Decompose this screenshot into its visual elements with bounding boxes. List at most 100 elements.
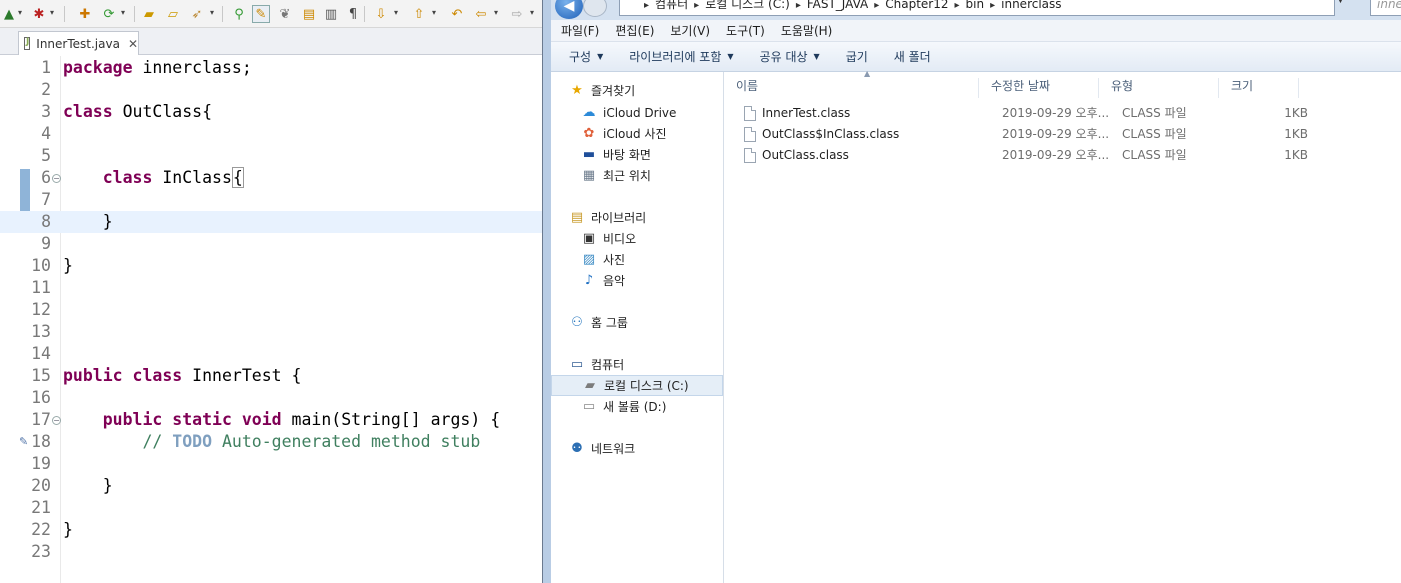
forward-button[interactable] — [583, 0, 607, 17]
tab-innertest-java[interactable]: InnerTest.java ✕ — [18, 31, 139, 55]
code-line[interactable]: 20 } — [0, 475, 542, 497]
nav-item[interactable]: ▣ 비디오 — [551, 228, 723, 249]
menu-item[interactable]: 편집(E) — [615, 22, 654, 39]
close-icon[interactable]: ✕ — [128, 37, 138, 51]
menu-item[interactable]: 도구(T) — [726, 22, 765, 39]
code-line[interactable]: 5 — [0, 145, 542, 167]
command-button[interactable]: 굽기 — [846, 48, 868, 65]
chevron-down-icon[interactable]: ▾ — [394, 8, 398, 17]
code-line[interactable]: 6− class InClass{ — [0, 167, 542, 189]
breadcrumb-item[interactable]: 로컬 디스크 (C:) — [705, 0, 790, 11]
breadcrumb-item[interactable]: Chapter12 — [885, 0, 948, 11]
forward-icon[interactable]: ⇨ — [508, 5, 526, 23]
code-line[interactable]: 19 — [0, 453, 542, 475]
code-line[interactable]: 23 — [0, 541, 542, 563]
code-line[interactable]: 13 — [0, 321, 542, 343]
file-row[interactable]: InnerTest.class 2019-09-29 오후... CLASS 파일 1… — [740, 103, 1340, 124]
breadcrumb-separator-icon[interactable]: ▸ — [694, 0, 699, 11]
nav-item[interactable]: ▦ 최근 위치 — [551, 165, 723, 186]
chevron-down-icon[interactable]: ▾ — [530, 8, 534, 17]
code-line[interactable]: 14 — [0, 343, 542, 365]
command-button[interactable]: 공유 대상 ▼ — [760, 48, 820, 65]
refresh-icon[interactable]: ⟳ — [100, 5, 118, 23]
chevron-down-icon[interactable]: ▾ — [50, 8, 54, 17]
code-line[interactable]: 16 — [0, 387, 542, 409]
code-line[interactable]: 11 — [0, 277, 542, 299]
build-icon[interactable]: ✚ — [76, 5, 94, 23]
breadcrumb-item[interactable]: 컴퓨터 — [655, 0, 688, 11]
breadcrumb-item[interactable]: innerclass — [1001, 0, 1061, 11]
code-line[interactable]: 7 — [0, 189, 542, 211]
file-row[interactable]: OutClass$InClass.class 2019-09-29 오후... CL… — [740, 124, 1340, 145]
code-line[interactable]: 9 — [0, 233, 542, 255]
word-wrap-icon[interactable]: ❦ — [276, 5, 294, 23]
back-button[interactable]: ◀ — [555, 0, 583, 19]
show-whitespace-icon[interactable]: ▥ — [322, 5, 340, 23]
fold-toggle-icon[interactable]: − — [52, 416, 61, 425]
code-line[interactable]: 4 — [0, 123, 542, 145]
open-type-icon[interactable]: ▱ — [164, 5, 182, 23]
nav-item[interactable]: ★ 즐겨찾기 — [551, 80, 723, 101]
search-input[interactable]: inner — [1370, 0, 1401, 16]
chevron-down-icon[interactable]: ▾ — [210, 8, 214, 17]
chevron-down-icon[interactable]: ▼ — [1337, 0, 1344, 5]
nav-item[interactable]: ⚇ 홈 그룹 — [551, 312, 723, 333]
chevron-down-icon[interactable]: ▾ — [121, 8, 125, 17]
code-line[interactable]: 12 — [0, 299, 542, 321]
breadcrumb-item[interactable]: bin — [966, 0, 985, 11]
command-button[interactable]: 새 폴더 — [894, 48, 931, 65]
column-header-date[interactable]: 수정한 날짜 — [979, 78, 1099, 98]
code-line[interactable]: 2 — [0, 79, 542, 101]
column-header-name[interactable]: 이름 — [724, 78, 979, 98]
fold-toggle-icon[interactable]: − — [52, 174, 61, 183]
code-line[interactable]: 8 } — [0, 211, 542, 233]
file-row[interactable]: OutClass.class 2019-09-29 오후... CLASS 파일 1K… — [740, 145, 1340, 166]
code-line[interactable]: 1 package innerclass; — [0, 57, 542, 79]
nav-item[interactable]: ♪ 음악 — [551, 270, 723, 291]
open-folder-icon[interactable]: ▰ — [140, 5, 158, 23]
breadcrumb-separator-icon[interactable]: ▸ — [955, 0, 960, 11]
breadcrumb-separator-icon[interactable]: ▸ — [990, 0, 995, 11]
chevron-down-icon[interactable]: ▾ — [18, 8, 22, 17]
breadcrumb-separator-icon[interactable]: ▸ — [796, 0, 801, 11]
code-line[interactable]: 3 class OutClass{ — [0, 101, 542, 123]
code-editor[interactable]: ✎ 1 package innerclass; 2 3 class OutClass{4… — [0, 56, 542, 583]
code-line[interactable]: 21 — [0, 497, 542, 519]
column-header-type[interactable]: 유형 — [1099, 78, 1219, 98]
menu-item[interactable]: 도움말(H) — [781, 22, 833, 39]
nav-item[interactable]: ▰ 로컬 디스크 (C:) — [551, 375, 723, 396]
address-bar[interactable]: ▸ 컴퓨터 ▸ 로컬 디스크 (C:) ▸ FAST_JAVA ▸ Chapter12 ▸ bin… — [619, 0, 1335, 16]
command-button[interactable]: 구성 ▼ — [569, 48, 603, 65]
code-line[interactable]: 22} — [0, 519, 542, 541]
nav-item[interactable]: ✿ iCloud 사진 — [551, 123, 723, 144]
nav-item[interactable]: ▤ 라이브러리 — [551, 207, 723, 228]
search-icon[interactable]: ⚲ — [230, 5, 248, 23]
menu-item[interactable]: 파일(F) — [561, 22, 599, 39]
nav-item[interactable]: ☁ iCloud Drive — [551, 102, 723, 123]
nav-item[interactable]: ⚉ 네트워크 — [551, 438, 723, 459]
code-line[interactable]: 15 public class InnerTest { — [0, 365, 542, 387]
nav-item[interactable]: ▭ 컴퓨터 — [551, 354, 723, 375]
back-icon[interactable]: ⇦ — [472, 5, 490, 23]
breadcrumb-separator-icon[interactable]: ▸ — [644, 0, 649, 11]
pilcrow-icon[interactable]: ¶ — [344, 5, 362, 23]
code-line[interactable]: 18 // TODO Auto-generated method stub — [0, 431, 542, 453]
new-server-icon[interactable]: ▲ — [0, 5, 18, 23]
open-task-icon[interactable]: ▤ — [300, 5, 318, 23]
next-annotation-icon[interactable]: ⇩ — [372, 5, 390, 23]
nav-item[interactable]: ▬ 바탕 화면 — [551, 144, 723, 165]
breadcrumb-item[interactable]: FAST_JAVA — [807, 0, 868, 11]
breadcrumb-separator-icon[interactable]: ▸ — [874, 0, 879, 11]
toggle-mark-icon[interactable]: ✎ — [252, 5, 270, 23]
menu-item[interactable]: 보기(V) — [670, 22, 710, 39]
command-button[interactable]: 라이브러리에 포함 ▼ — [629, 48, 733, 65]
code-line[interactable]: 10} — [0, 255, 542, 277]
prev-annotation-icon[interactable]: ⇧ — [410, 5, 428, 23]
run-tool-icon[interactable]: ➶ — [188, 5, 206, 23]
nav-item[interactable]: ▭ 새 볼륨 (D:) — [551, 396, 723, 417]
debug-icon[interactable]: ✱ — [30, 5, 48, 23]
code-line[interactable]: 17− public static void main(String[] arg… — [0, 409, 542, 431]
chevron-down-icon[interactable]: ▾ — [494, 8, 498, 17]
nav-item[interactable]: ▨ 사진 — [551, 249, 723, 270]
chevron-down-icon[interactable]: ▾ — [432, 8, 436, 17]
